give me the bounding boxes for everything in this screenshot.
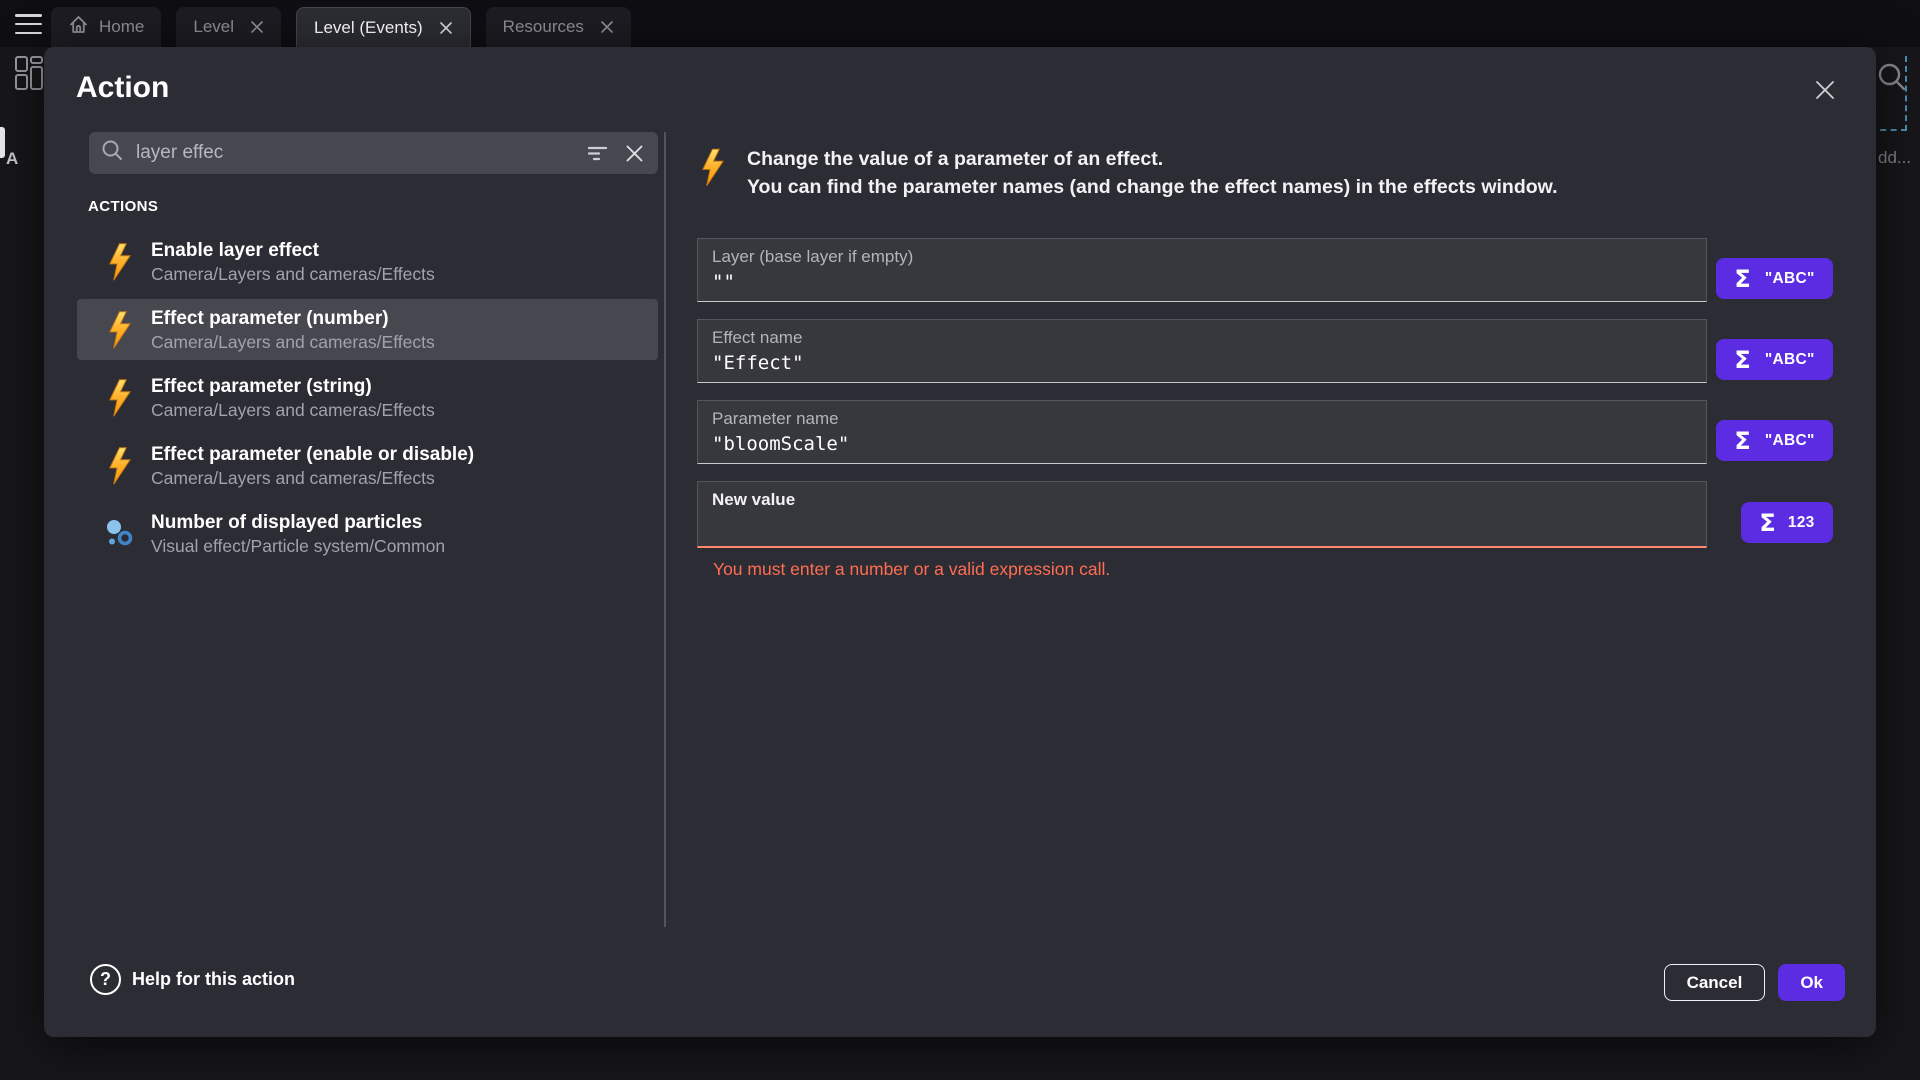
action-title: Effect parameter (enable or disable): [151, 443, 474, 467]
search-input[interactable]: [136, 142, 586, 164]
dialog-actions: Cancel Ok: [1664, 964, 1845, 1001]
help-label: Help for this action: [132, 969, 295, 990]
parameter-name-expression-button[interactable]: Σ "ABC": [1716, 420, 1833, 461]
tab-level[interactable]: Level: [176, 7, 281, 47]
panel-divider: [664, 132, 666, 927]
lightning-icon: [104, 377, 134, 419]
field-label: Parameter name: [712, 409, 1692, 429]
layer-expression-button[interactable]: Σ "ABC": [1716, 258, 1833, 299]
field-label: New value: [712, 490, 1692, 510]
list-item-effect-parameter-enable[interactable]: Effect parameter (enable or disable) Cam…: [77, 435, 658, 496]
expression-type-label: "ABC": [1765, 270, 1815, 288]
parameter-name-field[interactable]: Parameter name "bloomScale": [697, 400, 1707, 464]
action-path: Camera/Layers and cameras/Effects: [151, 399, 435, 421]
lightning-icon: [104, 241, 134, 283]
list-item-number-displayed-particles[interactable]: Number of displayed particles Visual eff…: [77, 503, 658, 564]
effect-name-expression-button[interactable]: Σ "ABC": [1716, 339, 1833, 380]
menu-icon[interactable]: [15, 14, 42, 34]
filter-icon[interactable]: [586, 142, 609, 165]
dialog-title: Action: [76, 71, 169, 105]
action-path: Camera/Layers and cameras/Effects: [151, 263, 435, 285]
field-value[interactable]: "": [712, 271, 1692, 294]
lightning-icon: [104, 445, 134, 487]
action-search-bar: [89, 132, 658, 174]
action-title: Effect parameter (string): [151, 375, 435, 399]
new-value-expression-button[interactable]: Σ 123: [1741, 502, 1833, 543]
list-item-enable-layer-effect[interactable]: Enable layer effect Camera/Layers and ca…: [77, 231, 658, 292]
actions-section-label: ACTIONS: [88, 198, 158, 215]
cancel-button[interactable]: Cancel: [1664, 964, 1766, 1001]
sigma-icon: Σ: [1734, 429, 1750, 453]
layout-grid-icon: [14, 55, 44, 96]
lightning-icon: [104, 309, 134, 351]
tab-bar: Home Level Level (Events) Resources: [51, 7, 631, 47]
sigma-icon: Σ: [1734, 267, 1750, 291]
close-icon[interactable]: [600, 20, 614, 34]
field-value[interactable]: "Effect": [712, 352, 1692, 375]
sigma-icon: Σ: [1734, 348, 1750, 372]
expression-type-label: "ABC": [1765, 351, 1815, 369]
help-icon: ?: [90, 964, 121, 995]
layer-field[interactable]: Layer (base layer if empty) "": [697, 238, 1707, 302]
field-value[interactable]: "bloomScale": [712, 433, 1692, 456]
lightning-icon: [700, 146, 725, 194]
description-line-2: You can find the parameter names (and ch…: [747, 174, 1558, 202]
home-icon: [68, 14, 89, 40]
close-icon[interactable]: [439, 21, 453, 35]
action-description: Change the value of a parameter of an ef…: [747, 146, 1558, 201]
field-label: Effect name: [712, 328, 1692, 348]
expression-type-label: 123: [1788, 514, 1815, 532]
list-item-effect-parameter-number[interactable]: Effect parameter (number) Camera/Layers …: [77, 299, 658, 360]
list-item-effect-parameter-string[interactable]: Effect parameter (string) Camera/Layers …: [77, 367, 658, 428]
close-icon[interactable]: [250, 20, 264, 34]
action-dialog: Action ACTIONS: [44, 47, 1876, 1037]
partial-left-text: A: [6, 149, 18, 169]
action-list: Enable layer effect Camera/Layers and ca…: [77, 231, 658, 571]
sigma-icon: Σ: [1759, 511, 1775, 535]
action-title: Effect parameter (number): [151, 307, 435, 331]
field-label: Layer (base layer if empty): [712, 247, 1692, 267]
action-title: Enable layer effect: [151, 239, 435, 263]
top-bar: Home Level Level (Events) Resources: [0, 0, 1920, 47]
left-edge-highlight: [0, 127, 5, 158]
tab-resources[interactable]: Resources: [486, 7, 631, 47]
expression-type-label: "ABC": [1765, 432, 1815, 450]
partial-right-text: dd...: [1878, 148, 1911, 168]
ok-button[interactable]: Ok: [1778, 964, 1845, 1001]
description-line-1: Change the value of a parameter of an ef…: [747, 146, 1558, 174]
tab-label: Level (Events): [314, 18, 423, 38]
action-title: Number of displayed particles: [151, 511, 445, 535]
tab-label: Home: [99, 17, 144, 37]
new-value-field[interactable]: New value: [697, 481, 1707, 548]
particles-icon: [104, 513, 134, 555]
clear-search-icon[interactable]: [625, 144, 644, 163]
action-path: Camera/Layers and cameras/Effects: [151, 467, 474, 489]
search-icon: [101, 139, 124, 167]
help-link[interactable]: ? Help for this action: [90, 964, 295, 995]
action-path: Visual effect/Particle system/Common: [151, 535, 445, 557]
tab-label: Resources: [503, 17, 584, 37]
effect-name-field[interactable]: Effect name "Effect": [697, 319, 1707, 383]
field-value[interactable]: [712, 514, 1692, 537]
validation-error-message: You must enter a number or a valid expre…: [713, 559, 1110, 580]
close-icon[interactable]: [1812, 77, 1838, 103]
action-path: Camera/Layers and cameras/Effects: [151, 331, 435, 353]
tab-level-events[interactable]: Level (Events): [296, 7, 471, 47]
tab-label: Level: [193, 17, 234, 37]
tab-home[interactable]: Home: [51, 7, 161, 47]
